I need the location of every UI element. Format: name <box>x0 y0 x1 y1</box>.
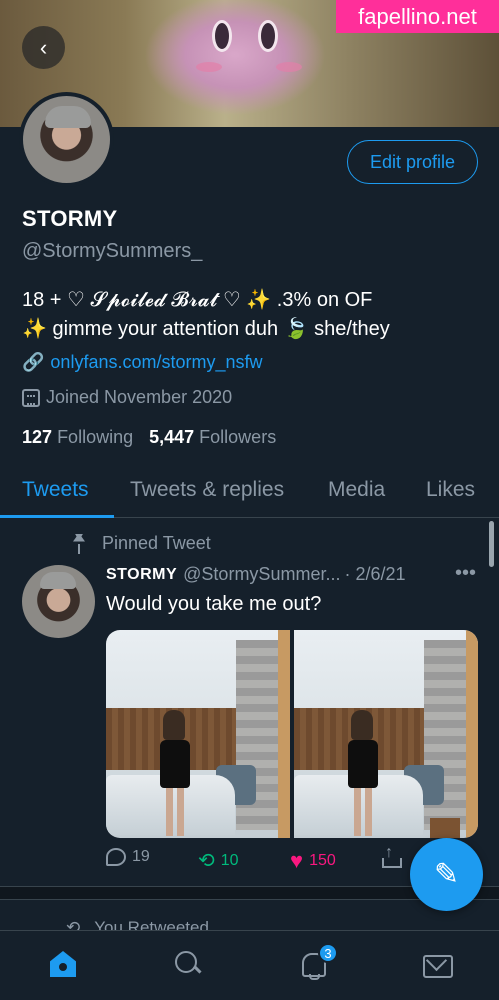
calendar-icon <box>22 388 40 407</box>
person-dress <box>160 740 190 788</box>
profile-handle: @StormySummers_ <box>22 240 203 262</box>
tweet-author-name[interactable]: STORMY <box>106 566 177 584</box>
photo-door <box>278 630 290 838</box>
tab-tweets[interactable]: Tweets <box>22 478 89 502</box>
pinned-indicator: Pinned Tweet <box>70 533 211 554</box>
search-icon[interactable] <box>173 949 203 979</box>
back-button[interactable]: ‹ <box>22 26 65 69</box>
banner-eye-left <box>212 20 232 52</box>
link-icon: 🔗 <box>22 352 45 372</box>
tweet-photo-1[interactable] <box>106 630 290 838</box>
watermark: fapellino.net <box>336 0 499 33</box>
profile-bio: 18 + ♡ 𝓢𝓹𝓸𝓲𝓵𝓮𝓭 𝓑𝓻𝓪𝓽 ♡ ✨ .3% on OF ✨ gimm… <box>22 286 482 344</box>
followers-count: 5,447 <box>149 427 195 447</box>
compose-tweet-icon: ✎ <box>433 858 460 891</box>
avatar-hat <box>45 106 91 128</box>
compose-tweet-button[interactable]: ✎ <box>410 838 483 911</box>
tweet-actions: 19 ⟲ 10 ♥ 150 <box>106 844 406 876</box>
like-button[interactable]: ♥ 150 <box>290 848 336 874</box>
person-dress <box>348 740 378 788</box>
profile-tabs: Tweets Tweets & replies Media Likes <box>0 470 499 518</box>
photo-person <box>342 710 382 838</box>
person-hair <box>163 710 185 740</box>
bio-line-2: ✨ gimme your attention duh 🍃 she/they <box>22 318 390 340</box>
bio-line-1: 18 + ♡ 𝓢𝓹𝓸𝓲𝓵𝓮𝓭 𝓑𝓻𝓪𝓽 ♡ ✨ .3% on OF <box>22 289 373 311</box>
following-count: 127 <box>22 427 53 447</box>
tweet-author-handle[interactable]: @StormySummer... <box>183 564 340 585</box>
more-options-icon[interactable]: ••• <box>455 562 476 585</box>
notification-badge: 3 <box>318 943 338 963</box>
followers-stat[interactable]: 5,447 Followers <box>149 427 276 448</box>
tab-likes[interactable]: Likes <box>426 478 475 502</box>
joined-date: Joined November 2020 <box>46 387 233 407</box>
tab-media[interactable]: Media <box>328 478 385 502</box>
tweet-photo-2[interactable] <box>294 630 478 838</box>
joined-row: Joined November 2020 <box>22 387 232 408</box>
active-tab-indicator <box>0 515 114 518</box>
profile-stats: 127 Following 5,447 Followers <box>22 427 276 448</box>
banner-eye-right <box>258 20 278 52</box>
tweet-text: Would you take me out? <box>106 593 322 615</box>
following-label: Following <box>57 427 134 447</box>
photo-person <box>154 710 194 838</box>
tab-tweets-replies[interactable]: Tweets & replies <box>130 478 284 502</box>
tweet-header: STORMY @StormySummer... · 2/6/21 <box>106 564 406 585</box>
reply-icon <box>106 848 126 866</box>
heart-icon: ♥ <box>290 848 304 873</box>
share-button[interactable] <box>382 844 402 868</box>
messages-mail-icon[interactable] <box>422 949 453 979</box>
like-count: 150 <box>309 852 336 869</box>
bottom-navigation: 3 <box>0 930 499 1000</box>
retweet-button[interactable]: ⟲ 10 <box>198 848 239 873</box>
profile-avatar[interactable] <box>19 92 114 187</box>
following-stat[interactable]: 127 Following <box>22 427 133 448</box>
profile-link[interactable]: onlyfans.com/stormy_nsfw <box>50 352 262 373</box>
banner-blush-right <box>276 62 302 72</box>
retweet-icon: ⟲ <box>198 850 215 872</box>
banner-blush-left <box>196 62 222 72</box>
edit-profile-button[interactable]: Edit profile <box>347 140 478 184</box>
tweet-avatar[interactable] <box>22 565 95 638</box>
followers-label: Followers <box>199 427 277 447</box>
pinned-label: Pinned Tweet <box>102 533 211 553</box>
share-icon <box>382 844 402 868</box>
profile-link-row[interactable]: 🔗 onlyfans.com/stormy_nsfw <box>22 352 263 373</box>
person-legs <box>354 788 372 836</box>
person-legs <box>166 788 184 836</box>
scrollbar[interactable] <box>489 521 494 567</box>
profile-name: STORMY <box>22 206 118 231</box>
tweet-date: · 2/6/21 <box>344 564 406 584</box>
tweet-avatar-hat <box>40 572 76 589</box>
reply-count: 19 <box>132 848 150 865</box>
retweet-count: 10 <box>220 851 239 869</box>
pin-icon <box>70 534 88 554</box>
home-icon[interactable] <box>48 949 78 979</box>
chevron-left-icon: ‹ <box>39 34 48 60</box>
photo-door <box>466 630 478 838</box>
person-hair <box>351 710 373 740</box>
reply-button[interactable]: 19 <box>106 848 150 866</box>
photo-side-table <box>430 818 460 838</box>
